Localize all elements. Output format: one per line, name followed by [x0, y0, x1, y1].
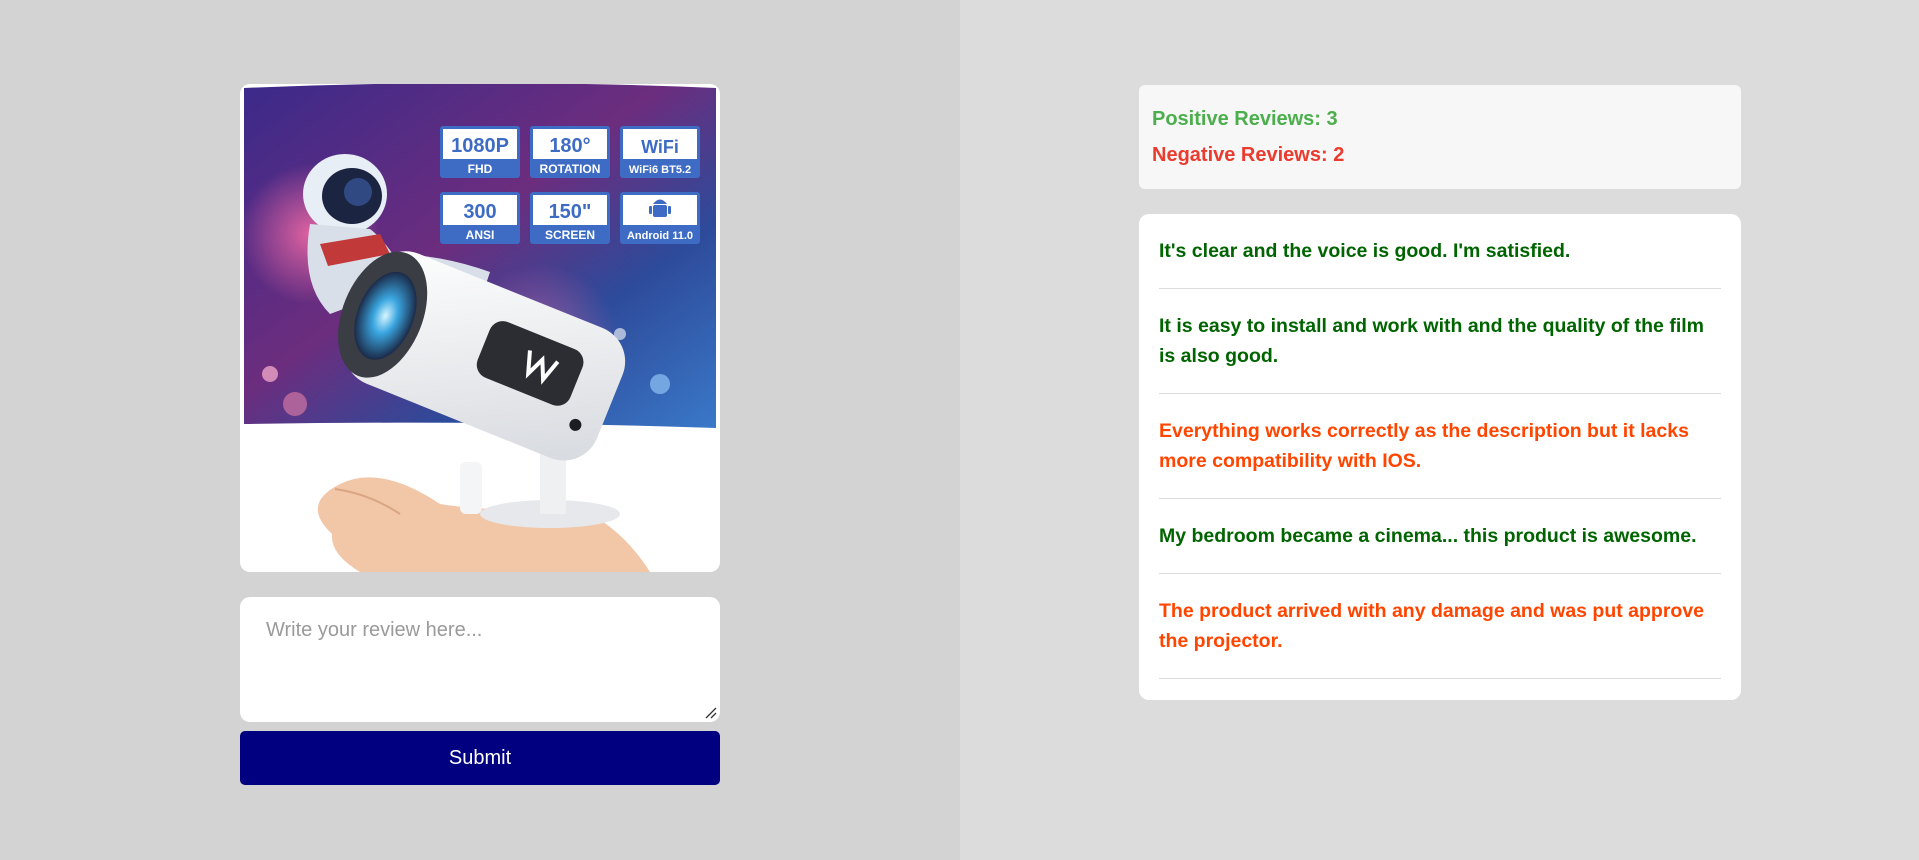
feature-label: SCREEN	[545, 228, 595, 242]
feature-value: 300	[463, 201, 496, 223]
feature-badge: 1080P FHD	[440, 126, 520, 178]
feature-badge: 150" SCREEN	[530, 192, 610, 244]
submit-button[interactable]: Submit	[240, 731, 720, 785]
feature-badge: Android 11.0	[620, 192, 700, 244]
feature-badge: 180° ROTATION	[530, 126, 610, 178]
review-item-negative: Everything works correctly as the descri…	[1159, 394, 1721, 499]
feature-label: WiFi6 BT5.2	[629, 164, 691, 176]
feature-value: 180°	[549, 135, 590, 157]
review-item-positive: My bedroom became a cinema... this produ…	[1159, 499, 1721, 574]
negative-count: Negative Reviews: 2	[1152, 144, 1345, 166]
feature-value: 150"	[549, 201, 592, 223]
feature-label: ANSI	[466, 228, 495, 242]
resize-grip-icon[interactable]	[705, 707, 717, 719]
review-item-negative: The product arrived with any damage and …	[1159, 574, 1721, 679]
review-textarea[interactable]	[240, 597, 720, 722]
review-item-positive: It's clear and the voice is good. I'm sa…	[1159, 228, 1721, 289]
feature-value: WiFi	[641, 137, 679, 157]
feature-label: FHD	[468, 162, 493, 176]
feature-value: 1080P	[451, 135, 509, 157]
feature-label: ROTATION	[540, 162, 601, 176]
feature-label: Android 11.0	[627, 230, 693, 242]
left-panel: 1080P FHD 180° ROTATION WiFi WiFi6 BT5.2	[0, 0, 960, 860]
feature-badge: WiFi WiFi6 BT5.2	[620, 126, 700, 178]
feature-badge: 300 ANSI	[440, 192, 520, 244]
product-image: 1080P FHD 180° ROTATION WiFi WiFi6 BT5.2	[240, 84, 720, 572]
review-list: It's clear and the voice is good. I'm sa…	[1139, 214, 1741, 700]
positive-count: Positive Reviews: 3	[1152, 108, 1338, 130]
review-stats: Positive Reviews: 3 Negative Reviews: 2	[1139, 85, 1741, 189]
review-item-positive: It is easy to install and work with and …	[1159, 289, 1721, 394]
